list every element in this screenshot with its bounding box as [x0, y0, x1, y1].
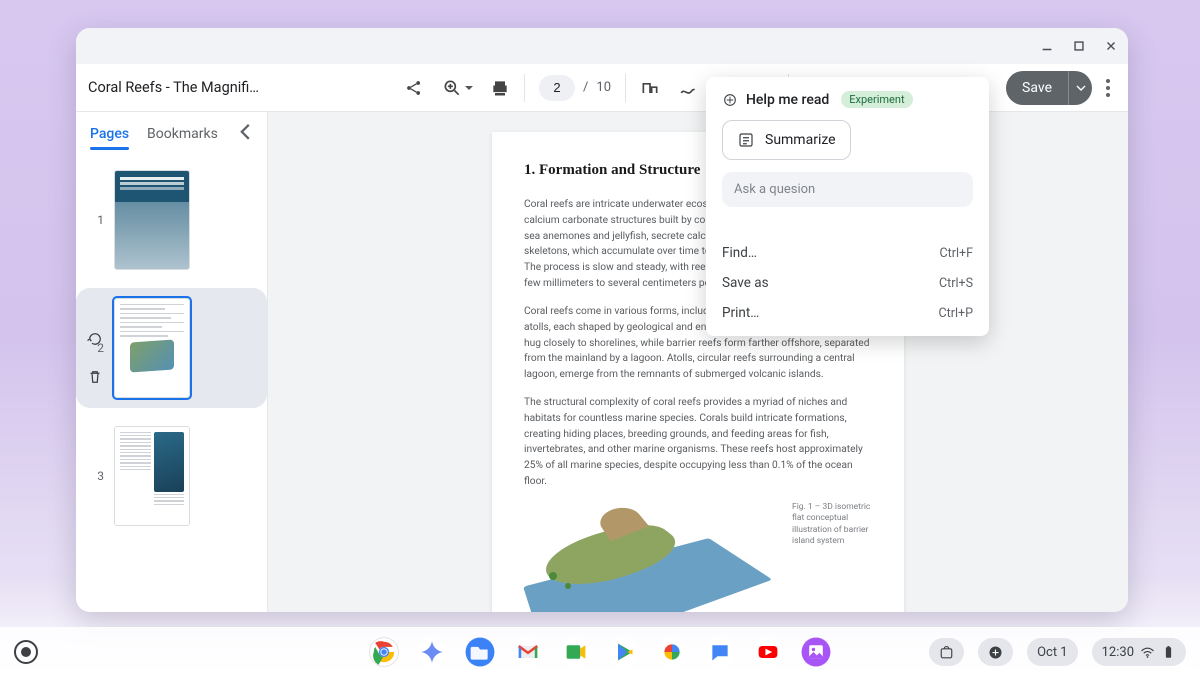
thumbnail-row[interactable]: 3 [84, 426, 259, 526]
help-me-read-label: Help me read [746, 92, 829, 108]
thumbnail-row-selected[interactable]: 2 [76, 288, 267, 408]
help-me-read-row: Help me read Experiment [722, 91, 973, 108]
app-chrome-icon[interactable] [367, 635, 401, 669]
save-dropdown-icon[interactable] [1068, 71, 1092, 105]
draw-icon[interactable] [678, 78, 698, 98]
toolbar-separator [625, 74, 626, 102]
window-maximize-icon[interactable] [1072, 39, 1086, 53]
phone-hub-icon[interactable] [978, 638, 1013, 666]
more-panel: Help me read Experiment Summarize Ask a … [706, 77, 989, 336]
menu-item-print[interactable]: Print… Ctrl+P [706, 298, 989, 328]
page-thumbnail-2[interactable] [114, 298, 190, 398]
thumbnail-tools [86, 330, 104, 390]
thumbnail-list: 1 2 [76, 146, 267, 534]
tab-bookmarks[interactable]: Bookmarks [147, 126, 218, 142]
thumbnail-row[interactable]: 1 [84, 170, 259, 270]
wifi-icon [1140, 645, 1155, 660]
app-photos-icon[interactable] [655, 635, 689, 669]
collapse-sidebar-icon[interactable] [239, 122, 253, 146]
sidebar-tabs: Pages Bookmarks [76, 112, 267, 146]
page-separator: / [583, 80, 588, 95]
figure: Fig. 1 – 3D isometric flat conceptual il… [524, 502, 872, 612]
rotate-page-icon[interactable] [86, 330, 104, 352]
window-titlebar [76, 28, 1128, 64]
menu-item-label: Save as [722, 275, 769, 291]
save-button[interactable]: Save [1006, 71, 1092, 105]
save-button-label: Save [1006, 80, 1068, 96]
print-icon[interactable] [490, 78, 510, 98]
summarize-label: Summarize [765, 132, 836, 148]
launcher-icon[interactable] [14, 640, 38, 664]
window-minimize-icon[interactable] [1040, 39, 1054, 53]
app-meet-icon[interactable] [559, 635, 593, 669]
delete-page-icon[interactable] [86, 368, 104, 390]
experiment-badge: Experiment [841, 91, 912, 108]
page-number-input[interactable] [539, 75, 575, 101]
app-gemini-icon[interactable] [415, 635, 449, 669]
app-gmail-icon[interactable] [511, 635, 545, 669]
sparkle-icon [722, 92, 738, 108]
app-files-icon[interactable] [463, 635, 497, 669]
ask-question-input[interactable]: Ask a quesion [722, 172, 973, 207]
page-indicator: / 10 [539, 75, 611, 101]
zoom-icon[interactable] [442, 78, 462, 98]
app-chat-icon[interactable] [703, 635, 737, 669]
menu-item-save-as[interactable]: Save as Ctrl+S [706, 268, 989, 298]
page-thumbnail-1[interactable] [114, 170, 190, 270]
app-play-icon[interactable] [607, 635, 641, 669]
window-close-icon[interactable] [1104, 39, 1118, 53]
thumbnail-number: 3 [84, 469, 104, 483]
menu-item-label: Print… [722, 305, 759, 321]
toolbar-separator [524, 74, 525, 102]
figure-caption: Fig. 1 – 3D isometric flat conceptual il… [792, 502, 872, 612]
shelf-date[interactable]: Oct 1 [1027, 638, 1078, 666]
summarize-button[interactable]: Summarize [722, 120, 851, 160]
document-area[interactable]: 1. Formation and Structure Coral reefs a… [268, 112, 1128, 612]
menu-item-shortcut: Ctrl+F [939, 246, 973, 261]
shelf-status: Oct 1 12:30 [929, 638, 1186, 666]
battery-icon [1161, 645, 1176, 660]
menu-item-label: Find… [722, 245, 757, 261]
paragraph: The structural complexity of coral reefs… [524, 395, 872, 490]
shelf-apps [367, 635, 833, 669]
page-total: 10 [596, 80, 611, 95]
tote-icon[interactable] [929, 638, 964, 666]
menu-item-find[interactable]: Find… Ctrl+F [706, 238, 989, 268]
isometric-diagram [524, 502, 778, 612]
shelf-time: 12:30 [1102, 645, 1134, 660]
menu-item-shortcut: Ctrl+P [939, 306, 973, 321]
app-gallery-icon[interactable] [799, 635, 833, 669]
document-title: Coral Reefs - The Magnifi… [88, 79, 259, 96]
summarize-icon [737, 131, 755, 149]
chrome-os-shelf: Oct 1 12:30 [0, 627, 1200, 677]
more-menu-icon[interactable] [1106, 79, 1110, 97]
app-youtube-icon[interactable] [751, 635, 785, 669]
share-icon[interactable] [404, 78, 424, 98]
menu-item-shortcut: Ctrl+S [939, 276, 973, 291]
thumbnail-number: 1 [84, 213, 104, 227]
page-thumbnail-3[interactable] [114, 426, 190, 526]
ask-placeholder: Ask a quesion [734, 182, 815, 197]
tab-pages[interactable]: Pages [90, 126, 129, 142]
sidebar: Pages Bookmarks 1 2 [76, 112, 268, 612]
text-size-icon[interactable] [640, 78, 660, 98]
shelf-time-status[interactable]: 12:30 [1092, 638, 1186, 666]
action-menu: Find… Ctrl+F Save as Ctrl+S Print… Ctrl+… [706, 232, 989, 336]
menu-separator [706, 227, 989, 228]
